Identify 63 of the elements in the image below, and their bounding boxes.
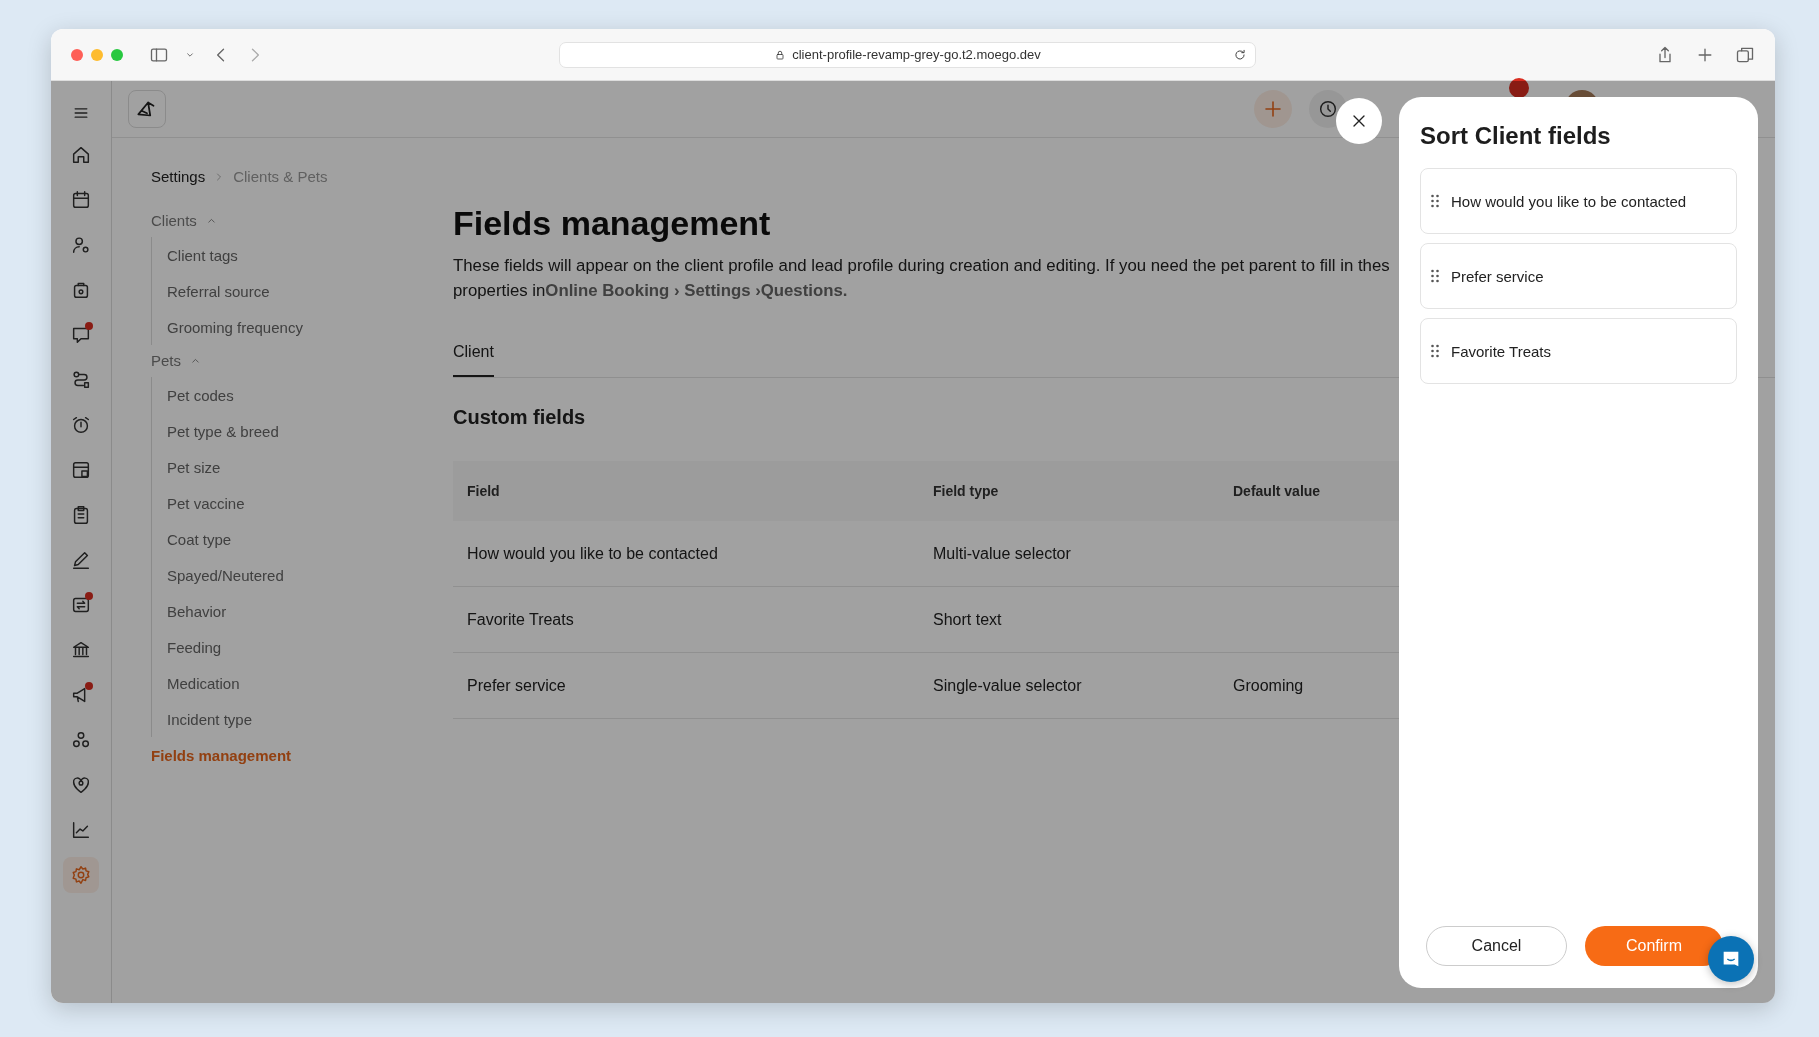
table-cell-text: Single-value selector (932, 676, 1083, 695)
notification-badge (1509, 78, 1529, 98)
chart-icon (70, 819, 92, 841)
url-text: client-profile-revamp-grey-go.t2.moego.dev (792, 47, 1041, 62)
breadcrumb-current[interactable]: Clients & Pets (233, 168, 328, 185)
nav-item[interactable]: Behavior (167, 602, 227, 620)
nav-item[interactable]: Pet type & breed (167, 422, 279, 440)
nav-item[interactable]: Coat type (167, 530, 232, 548)
table-cell-text: Grooming (1232, 676, 1305, 695)
nav-group-label[interactable]: Clients (151, 211, 197, 229)
settings-icon (70, 864, 92, 886)
field-name: Prefer service (1451, 267, 1544, 285)
close-window-button[interactable] (71, 48, 83, 61)
nav-item[interactable]: Client tags (167, 246, 238, 264)
column-header: Default value (1232, 483, 1322, 499)
alarm-clock-icon (70, 414, 92, 436)
person-icon (70, 234, 92, 256)
column-header: Field type (932, 483, 1000, 499)
column-header: Field (466, 483, 501, 499)
sortable-field-item[interactable]: Favorite Treats (1420, 318, 1737, 384)
nav-item[interactable]: Spayed/Neutered (167, 566, 284, 584)
drag-handle-icon[interactable] (1431, 269, 1439, 283)
nav-item[interactable]: Pet vaccine (167, 494, 245, 512)
drag-handle-icon[interactable] (1431, 344, 1439, 358)
tab[interactable]: Client (453, 343, 494, 377)
breadcrumb-link[interactable]: Settings (151, 168, 206, 185)
drawer-title: Sort Client fields (1420, 122, 1612, 150)
address-bar[interactable]: client-profile-revamp-grey-go.t2.moego.dev (559, 41, 1256, 68)
route-icon (70, 369, 92, 391)
nav-item[interactable]: Referral source (167, 282, 270, 300)
nav-item[interactable]: Incident type (167, 710, 253, 728)
sortable-field-item[interactable]: Prefer service (1420, 243, 1737, 309)
nav-item[interactable]: Pet codes (167, 386, 234, 404)
table-cell-text: Favorite Treats (466, 610, 575, 629)
nav-item[interactable]: Fields management (151, 746, 292, 764)
nav-rail-item[interactable] (63, 857, 99, 893)
table-cell-text: Prefer service (466, 676, 567, 695)
sortable-field-item[interactable]: How would you like to be contacted (1420, 168, 1737, 234)
nav-item[interactable]: Pet size (167, 458, 221, 476)
home-icon (70, 144, 92, 166)
reload-icon (1233, 47, 1247, 62)
lock-icon (774, 48, 787, 61)
field-name: Favorite Treats (1451, 342, 1552, 360)
field-name: How would you like to be contacted (1451, 192, 1687, 210)
table-cell-text: How would you like to be contacted (466, 544, 719, 563)
confirm-button[interactable]: Confirm (1585, 926, 1723, 966)
nav-group-label[interactable]: Pets (151, 351, 181, 369)
drag-handle-icon[interactable] (1431, 194, 1439, 208)
page-description: These fields will appear on the client profile and lead profile during creation and editing. If you need the pet parent to fill in thes properties inOnline Booking › Settings ›Questions. (453, 255, 1390, 302)
section-title: Custom fields (453, 406, 587, 429)
cancel-button[interactable]: Cancel (1426, 926, 1567, 966)
app-logo[interactable] (128, 90, 166, 128)
heart-icon (70, 774, 92, 796)
calendar-icon (70, 189, 92, 211)
table-cell-text: Multi-value selector (932, 544, 1072, 563)
clock-icon (1317, 98, 1339, 120)
nav-item[interactable]: Medication (167, 674, 240, 692)
nav-item[interactable]: Grooming frequency (167, 318, 303, 336)
nav-item[interactable]: Feeding (167, 638, 222, 656)
table-cell-text: Short text (932, 610, 1003, 629)
page-title: Fields management (453, 204, 771, 243)
store-icon (70, 459, 92, 481)
pen-icon (70, 549, 92, 571)
